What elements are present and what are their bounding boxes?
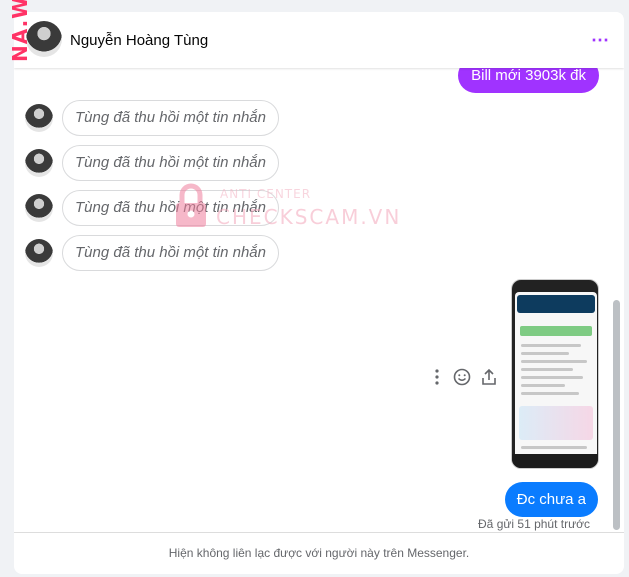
- chat-header: Nguyễn Hoàng Tùng ⋯: [14, 12, 624, 68]
- message-list: Bill mới 3903k đk Tùng đã thu hồi một ti…: [14, 68, 612, 532]
- sent-message[interactable]: Đc chưa a: [504, 482, 598, 517]
- share-icon[interactable]: [479, 367, 499, 387]
- chat-window: Nguyễn Hoàng Tùng ⋯ Bill mới 3903k đk Tù…: [14, 12, 624, 574]
- message-status: Đã gửi 51 phút trước: [478, 517, 590, 531]
- more-vertical-icon[interactable]: [427, 367, 447, 387]
- scrollbar[interactable]: [613, 300, 620, 530]
- avatar[interactable]: [25, 239, 53, 267]
- more-options-icon[interactable]: ⋯: [591, 30, 610, 51]
- avatar[interactable]: [25, 104, 53, 132]
- emoji-react-icon[interactable]: [452, 367, 472, 387]
- unavailable-notice: Hiện không liên lạc được với người này t…: [14, 532, 624, 574]
- avatar[interactable]: [25, 194, 53, 222]
- bank-transfer-image[interactable]: [511, 279, 599, 469]
- unsent-message: Tùng đã thu hồi một tin nhắn: [62, 235, 279, 271]
- sent-message[interactable]: Bill mới 3903k đk: [458, 68, 599, 93]
- unsent-message: Tùng đã thu hồi một tin nhắn: [62, 145, 279, 181]
- unsent-message: Tùng đã thu hồi một tin nhắn: [62, 100, 279, 136]
- avatar[interactable]: [25, 149, 53, 177]
- message-actions: [427, 367, 497, 389]
- unsent-message: Tùng đã thu hồi một tin nhắn: [62, 190, 279, 226]
- contact-name[interactable]: Nguyễn Hoàng Tùng: [70, 32, 208, 49]
- side-watermark: NA.W: [8, 0, 32, 62]
